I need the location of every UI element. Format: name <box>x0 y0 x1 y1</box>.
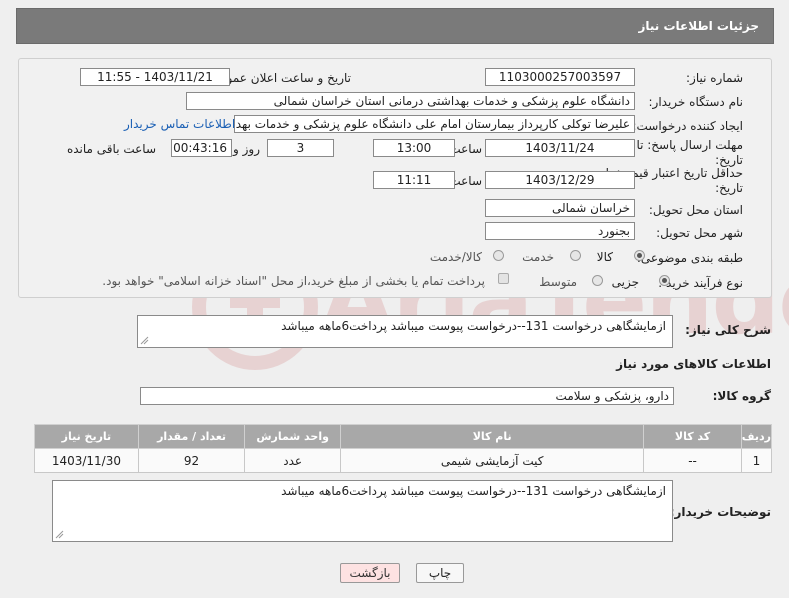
print-button[interactable]: چاپ <box>416 563 464 583</box>
goods-group-field: دارو، پزشکی و سلامت <box>140 387 674 405</box>
process-option-medium: متوسط <box>539 275 577 289</box>
buyer-org-label: نام دستگاه خریدار: <box>648 95 744 109</box>
province-label: استان محل تحویل: <box>648 203 743 217</box>
col-header-goods-code: کد کالا <box>643 424 742 449</box>
col-header-unit: واحد شمارش <box>244 424 341 449</box>
buyer-contact-link[interactable]: اطلاعات تماس خریدار <box>124 117 235 131</box>
summary-label: شرح کلی نیاز: <box>685 323 771 337</box>
summary-field: ازمایشگاهی درخواست 131--درخواست پیوست می… <box>137 315 673 348</box>
validity-date-field: 1403/12/29 <box>485 171 635 189</box>
treasury-payment-note: پرداخت تمام یا بخشی از مبلغ خرید،از محل … <box>102 274 485 288</box>
days-label: روز و <box>233 142 260 156</box>
buyer-notes-text: ازمایشگاهی درخواست 131--درخواست پیوست می… <box>281 484 666 498</box>
announce-field: 1403/11/21 - 11:55 <box>80 68 230 86</box>
table-header-row: ردیف کد کالا نام کالا واحد شمارش تعداد /… <box>34 424 773 449</box>
remaining-label: ساعت باقی مانده <box>66 142 156 156</box>
category-option-goods: کالا <box>596 250 613 264</box>
buyer-notes-label: توضیحات خریدار: <box>669 505 771 519</box>
col-header-quantity: تعداد / مقدار <box>137 424 246 449</box>
goods-table: ردیف کد کالا نام کالا واحد شمارش تعداد /… <box>34 424 773 473</box>
goods-group-label: گروه کالا: <box>712 389 771 403</box>
deadline-date-field: 1403/11/24 <box>485 139 635 157</box>
category-label: طبقه بندی موضوعی: <box>636 251 743 265</box>
validity-time-field: 11:11 <box>373 171 455 189</box>
page-header: جزئیات اطلاعات نیاز <box>16 8 774 44</box>
col-header-need-date: تاریخ نیاز <box>34 424 139 449</box>
need-number-label: شماره نیاز: <box>686 71 743 85</box>
col-header-row-number: ردیف <box>740 424 773 449</box>
buyer-notes-field: ازمایشگاهی درخواست 131--درخواست پیوست می… <box>52 480 673 542</box>
cell-row-number: 1 <box>740 448 773 473</box>
cell-goods-name: کیت آزمایشی شیمی <box>339 448 645 473</box>
process-radio-minor[interactable] <box>659 275 670 286</box>
deadline-label: مهلت ارسال پاسخ: تا <box>636 138 743 152</box>
city-label: شهر محل تحویل: <box>656 226 743 240</box>
col-header-goods-name: نام کالا <box>339 424 645 449</box>
cell-need-date: 1403/11/30 <box>34 448 139 473</box>
creator-field: علیرضا توکلی کارپرداز بیمارستان امام علی… <box>234 115 635 133</box>
resize-handle-icon[interactable] <box>55 530 64 539</box>
process-label: نوع فرآیند خرید : <box>658 276 743 290</box>
deadline-time-field: 13:00 <box>373 139 455 157</box>
buyer-org-field: دانشگاه علوم پزشکی و خدمات بهداشتی درمان… <box>186 92 635 110</box>
treasury-payment-checkbox[interactable] <box>498 273 509 284</box>
resize-handle-icon[interactable] <box>140 336 149 345</box>
table-row: 1 -- کیت آزمایشی شیمی عدد 92 1403/11/30 <box>34 448 773 473</box>
cell-quantity: 92 <box>137 448 246 473</box>
need-number-field: 1103000257003597 <box>485 68 635 86</box>
deadline-date-label: تاریخ: <box>715 153 743 167</box>
goods-section-title: اطلاعات کالاهای مورد نیاز <box>616 357 771 371</box>
category-option-service: خدمت <box>522 250 554 264</box>
cell-unit: عدد <box>244 448 341 473</box>
validity-date-label: تاریخ: <box>715 181 743 195</box>
category-option-goods-service: کالا/خدمت <box>429 250 482 264</box>
remaining-time-field: 00:43:16 <box>171 139 232 157</box>
category-radio-goods-service[interactable] <box>493 250 504 261</box>
back-button[interactable]: بازگشت <box>340 563 400 583</box>
city-field: بجنورد <box>485 222 635 240</box>
summary-text: ازمایشگاهی درخواست 131--درخواست پیوست می… <box>281 319 666 333</box>
creator-label: ایجاد کننده درخواست: <box>632 119 743 133</box>
remaining-days-field: 3 <box>267 139 334 157</box>
category-radio-service[interactable] <box>570 250 581 261</box>
process-radio-medium[interactable] <box>592 275 603 286</box>
cell-goods-code: -- <box>643 448 742 473</box>
category-radio-goods[interactable] <box>634 250 645 261</box>
page-title: جزئیات اطلاعات نیاز <box>638 19 759 33</box>
province-field: خراسان شمالی <box>485 199 635 217</box>
process-option-minor: جزیی <box>611 275 639 289</box>
